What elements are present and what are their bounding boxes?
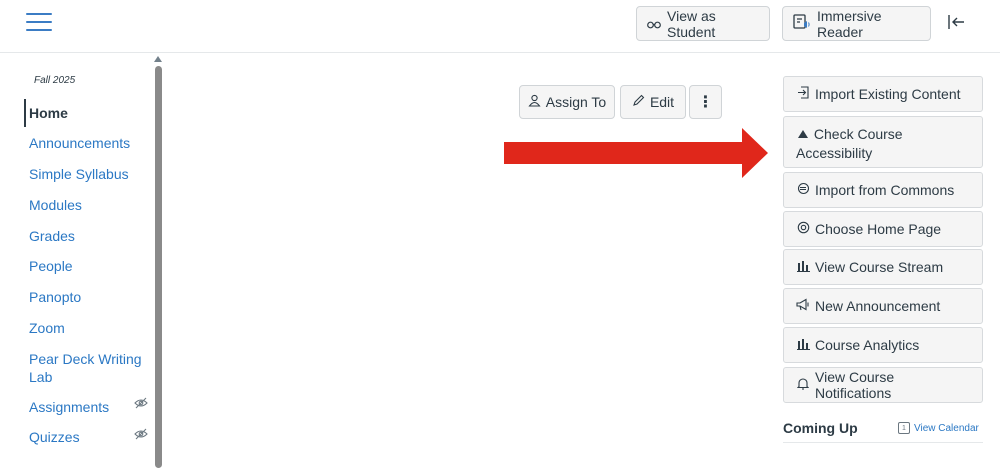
sidebar-item-assignments[interactable]: Assignments [29,398,149,416]
view-course-notifications-button[interactable]: View Course Notifications [783,367,983,403]
annotation-arrow-icon [504,128,768,178]
commons-icon [796,182,810,198]
user-icon [528,94,541,110]
view-calendar-label: View Calendar [914,422,979,434]
hidden-eye-icon [134,397,148,412]
sidebar-item-announcements[interactable]: Announcements [29,134,149,152]
view-course-stream-label: View Course Stream [815,259,944,275]
course-analytics-label: Course Analytics [815,337,920,353]
check-course-accessibility-label: Check Course Accessibility [796,126,903,161]
sidebar-item-quizzes[interactable]: Quizzes [29,428,149,446]
immersive-reader-label: Immersive Reader [817,7,882,40]
choose-home-page-button[interactable]: Choose Home Page [783,211,983,247]
new-announcement-button[interactable]: New Announcement [783,288,983,324]
sidebar-item-zoom[interactable]: Zoom [29,319,149,337]
sidebar-item-grades[interactable]: Grades [29,227,149,245]
hamburger-menu-icon[interactable] [26,13,52,35]
pencil-icon [632,94,645,110]
edit-label: Edit [649,94,675,110]
active-indicator [24,99,26,127]
view-course-stream-button[interactable]: View Course Stream [783,249,983,285]
coming-up-heading: Coming Up [783,420,858,436]
sidebar-item-modules[interactable]: Modules [29,196,149,214]
import-from-commons-button[interactable]: Import from Commons [783,172,983,208]
check-course-accessibility-button[interactable]: Check Course Accessibility [783,116,983,168]
course-analytics-button[interactable]: Course Analytics [783,327,983,363]
accessibility-icon [796,126,810,144]
view-as-student-button[interactable]: View as Student [636,6,770,41]
sidebar-item-simple-syllabus[interactable]: Simple Syllabus [29,165,149,183]
view-calendar-link[interactable]: 1 View Calendar [898,422,979,434]
immersive-reader-button[interactable]: Immersive Reader [782,6,931,41]
calendar-icon: 1 [898,422,910,434]
top-bar: View as Student Immersive Reader [0,0,1000,53]
bar-chart-icon [796,338,810,353]
coming-up-divider [783,442,983,443]
import-from-commons-label: Import from Commons [815,182,955,198]
sidebar-scrollbar[interactable] [155,66,162,468]
sidebar-item-pear-deck-writing-lab[interactable]: Pear Deck Writing Lab [29,350,149,386]
sidebar-item-home[interactable]: Home [29,104,149,122]
view-course-notifications-label: View Course Notifications [815,369,895,401]
term-label: Fall 2025 [34,75,76,86]
course-nav-sidebar: Fall 2025 Home Announcements Simple Syll… [0,54,165,468]
sidebar-item-panopto[interactable]: Panopto [29,288,149,306]
assign-to-label: Assign To [545,94,607,110]
kebab-menu-icon: ⋮ [697,94,714,111]
hidden-eye-icon [134,428,148,443]
bar-chart-icon [796,260,810,275]
target-icon [796,221,810,237]
new-announcement-label: New Announcement [815,298,941,314]
scroll-up-arrow-icon[interactable] [154,56,162,62]
collapse-panel-icon[interactable] [946,12,968,34]
import-existing-content-button[interactable]: Import Existing Content [783,76,983,112]
import-existing-content-label: Import Existing Content [815,86,961,102]
immersive-reader-icon [793,14,811,33]
choose-home-page-label: Choose Home Page [815,221,942,237]
more-options-button[interactable]: ⋮ [689,85,722,119]
edit-button[interactable]: Edit [620,85,686,119]
sidebar-item-people[interactable]: People [29,257,149,275]
megaphone-icon [796,298,810,314]
bell-icon [796,377,810,393]
glasses-icon [647,16,661,32]
assign-to-button[interactable]: Assign To [519,85,615,119]
view-as-student-label: View as Student [667,7,716,40]
import-icon [796,86,810,102]
